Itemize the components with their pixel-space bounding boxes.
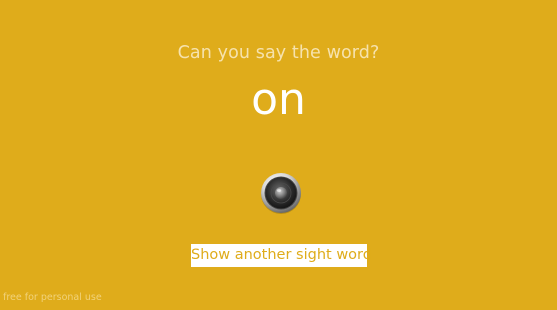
speaker-button[interactable] xyxy=(259,171,303,215)
speaker-icon xyxy=(261,173,301,214)
app-screen: Can you say the word? on Show another si… xyxy=(0,0,557,310)
show-another-sight-word-button[interactable]: Show another sight word xyxy=(191,244,372,267)
sight-word: on xyxy=(251,74,306,125)
prompt-text: Can you say the word? xyxy=(177,43,380,63)
watermark-text: free for personal use xyxy=(3,292,102,303)
